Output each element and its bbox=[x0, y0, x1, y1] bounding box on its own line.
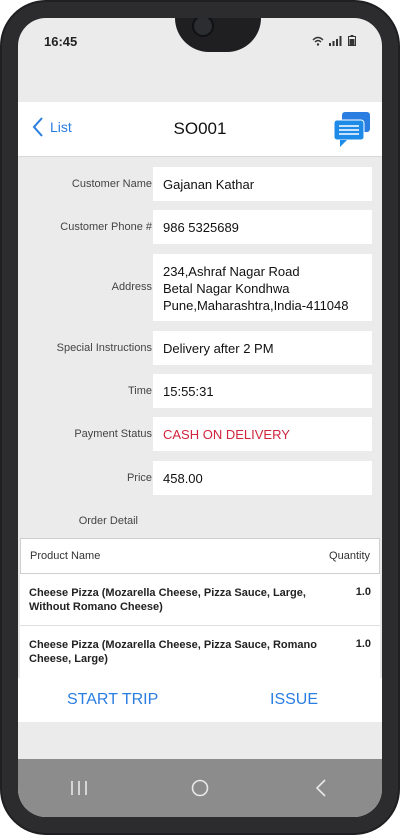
table-row[interactable]: Cheese Pizza (Mozarella Cheese, Pizza Sa… bbox=[20, 574, 380, 626]
order-detail-label: Order Detail bbox=[78, 515, 138, 527]
recents-button[interactable] bbox=[49, 768, 109, 808]
payment-status-value: CASH ON DELIVERY bbox=[153, 417, 372, 451]
chat-bubbles-icon bbox=[333, 112, 370, 147]
price-value: 458.00 bbox=[153, 461, 372, 495]
field-payment-status: Payment Status CASH ON DELIVERY bbox=[18, 417, 382, 451]
address-line: Pune,Maharashtra,India-411048 bbox=[163, 298, 349, 313]
address-line: Betal Nagar Kondhwa bbox=[163, 281, 290, 296]
product-quantity: 1.0 bbox=[355, 586, 371, 598]
screen: 16:45 List SO001 Customer Name Gajanan K… bbox=[18, 18, 382, 817]
phone-frame: 16:45 List SO001 Customer Name Gajanan K… bbox=[0, 0, 400, 835]
wifi-icon bbox=[312, 36, 324, 46]
customer-phone-value: 986 5325689 bbox=[153, 210, 372, 244]
home-button[interactable] bbox=[170, 768, 230, 808]
status-icons bbox=[312, 35, 356, 49]
back-arrow-icon bbox=[316, 779, 326, 797]
column-product-name: Product Name bbox=[30, 550, 101, 562]
system-nav-bar bbox=[18, 759, 382, 817]
field-label: Customer Name bbox=[71, 178, 152, 190]
field-customer-phone: Customer Phone # 986 5325689 bbox=[18, 210, 382, 244]
field-label: Price bbox=[126, 472, 152, 484]
field-special-instructions: Special Instructions Delivery after 2 PM bbox=[18, 331, 382, 365]
product-quantity: 1.0 bbox=[355, 638, 371, 650]
field-customer-name: Customer Name Gajanan Kathar bbox=[18, 167, 382, 201]
page-title: SO001 bbox=[173, 119, 227, 138]
field-label: Payment Status bbox=[74, 428, 152, 440]
action-bar: START TRIP ISSUE bbox=[18, 678, 382, 722]
app-header: List SO001 bbox=[18, 102, 382, 157]
recents-icon bbox=[70, 781, 87, 795]
field-address: Address 234,Ashraf Nagar Road Betal Naga… bbox=[18, 254, 382, 321]
product-name: Cheese Pizza (Mozarella Cheese, Pizza Sa… bbox=[29, 639, 317, 665]
product-name: Cheese Pizza (Mozarella Cheese, Pizza Sa… bbox=[29, 587, 306, 613]
field-label: Customer Phone # bbox=[60, 221, 152, 233]
notch bbox=[175, 18, 261, 52]
special-instructions-value: Delivery after 2 PM bbox=[153, 331, 372, 365]
back-nav-button[interactable] bbox=[291, 768, 351, 808]
field-label: Special Instructions bbox=[56, 342, 152, 354]
start-trip-button[interactable]: START TRIP bbox=[67, 691, 158, 709]
field-time: Time 15:55:31 bbox=[18, 374, 382, 408]
field-label: Address bbox=[111, 281, 152, 293]
signal-icon bbox=[328, 36, 342, 46]
address-line: 234,Ashraf Nagar Road bbox=[163, 264, 300, 279]
time-value: 15:55:31 bbox=[153, 374, 372, 408]
table-header: Product Name Quantity bbox=[20, 538, 380, 574]
chat-button[interactable] bbox=[332, 110, 372, 153]
home-circle-icon bbox=[191, 779, 209, 797]
issue-button[interactable]: ISSUE bbox=[270, 691, 318, 709]
order-detail-table: Product Name Quantity Cheese Pizza (Moza… bbox=[20, 538, 380, 678]
table-row[interactable]: Cheese Pizza (Mozarella Cheese, Pizza Sa… bbox=[20, 626, 380, 678]
customer-name-value: Gajanan Kathar bbox=[153, 167, 372, 201]
status-time: 16:45 bbox=[44, 34, 78, 49]
address-value: 234,Ashraf Nagar Road Betal Nagar Kondhw… bbox=[153, 254, 372, 321]
column-quantity: Quantity bbox=[329, 550, 370, 562]
field-label: Time bbox=[127, 385, 152, 397]
battery-icon bbox=[348, 35, 356, 46]
field-price: Price 458.00 bbox=[18, 461, 382, 495]
